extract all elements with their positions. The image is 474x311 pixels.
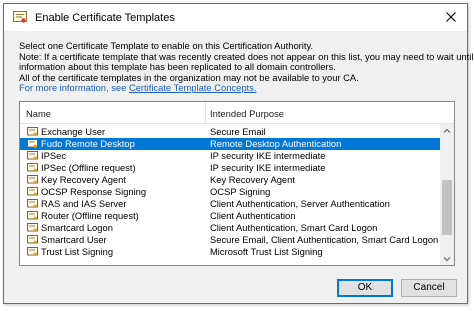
- certificate-template-concepts-link[interactable]: Certificate Template Concepts.: [129, 82, 257, 94]
- ok-button[interactable]: OK: [337, 279, 393, 297]
- list-item[interactable]: Smartcard Logon Client Authentication, Sm…: [20, 222, 441, 234]
- template-name: Exchange User: [41, 126, 106, 137]
- more-info-line: For more information, see Certificate Te…: [19, 83, 459, 94]
- vertical-scrollbar[interactable]: [440, 124, 454, 266]
- title-bar[interactable]: Enable Certificate Templates: [4, 4, 467, 31]
- enable-certificate-templates-dialog: Enable Certificate Templates Select one …: [3, 3, 473, 304]
- template-name: Trust List Signing: [41, 246, 114, 257]
- certificate-template-icon: [27, 247, 38, 256]
- list-item[interactable]: Exchange User Secure Email: [20, 126, 441, 138]
- certificate-template-icon: [27, 175, 38, 184]
- list-item[interactable]: Key Recovery Agent Key Recovery Agent: [20, 174, 441, 186]
- template-intended-purpose: OCSP Signing: [210, 186, 271, 197]
- template-name: Smartcard User: [41, 234, 107, 245]
- certificate-icon: [13, 11, 27, 23]
- certificate-template-icon: [27, 187, 38, 196]
- certificate-template-icon: [27, 211, 38, 220]
- template-intended-purpose: IP security IKE intermediate: [210, 150, 326, 161]
- list-item[interactable]: Smartcard User Secure Email, Client Authe…: [20, 234, 441, 246]
- column-header-name[interactable]: Name: [26, 108, 51, 119]
- certificate-template-icon: [27, 139, 38, 148]
- certificate-template-icon: [27, 163, 38, 172]
- certificate-templates-list[interactable]: Name Intended Purpose Exchange User Secur…: [19, 101, 455, 266]
- template-intended-purpose: Secure Email, Client Authentication, Sma…: [210, 234, 439, 245]
- template-name: Smartcard Logon: [41, 222, 113, 233]
- scroll-down-arrow-icon[interactable]: [440, 252, 454, 266]
- template-intended-purpose: Remote Desktop Authentication: [210, 138, 342, 149]
- template-intended-purpose: Key Recovery Agent: [210, 174, 295, 185]
- template-name: RAS and IAS Server: [41, 198, 127, 209]
- template-name: IPSec (Offline request): [41, 162, 136, 173]
- scrollbar-thumb[interactable]: [442, 180, 452, 235]
- list-item[interactable]: Trust List Signing Microsoft Trust List S…: [20, 246, 441, 258]
- template-intended-purpose: Microsoft Trust List Signing: [210, 246, 323, 257]
- certificate-template-icon: [27, 223, 38, 232]
- certificate-template-icon: [27, 199, 38, 208]
- list-rows: Exchange User Secure Email Fudo Remote Des…: [20, 126, 441, 258]
- list-item[interactable]: IPSec IP security IKE intermediate: [20, 150, 441, 162]
- more-info-prefix: For more information, see: [19, 82, 129, 94]
- list-item[interactable]: Fudo Remote Desktop Remote Desktop Authen…: [20, 138, 441, 150]
- template-name: Fudo Remote Desktop: [41, 138, 135, 149]
- template-name: Key Recovery Agent: [41, 174, 126, 185]
- list-header: Name Intended Purpose: [20, 102, 454, 124]
- description-line: Select one Certificate Template to enabl…: [19, 40, 314, 51]
- template-intended-purpose: Secure Email: [210, 126, 266, 137]
- column-divider[interactable]: [205, 102, 206, 124]
- certificate-template-icon: [27, 235, 38, 244]
- column-header-intended-purpose[interactable]: Intended Purpose: [210, 108, 284, 119]
- list-item[interactable]: OCSP Response Signing OCSP Signing: [20, 186, 441, 198]
- template-intended-purpose: Client Authentication: [210, 210, 296, 221]
- scroll-up-arrow-icon[interactable]: [440, 124, 454, 138]
- cancel-button[interactable]: Cancel: [401, 279, 457, 297]
- window-title: Enable Certificate Templates: [35, 12, 175, 24]
- close-icon[interactable]: [443, 9, 459, 25]
- template-name: OCSP Response Signing: [41, 186, 147, 197]
- template-intended-purpose: Client Authentication, Server Authentica…: [210, 198, 390, 209]
- template-intended-purpose: IP security IKE intermediate: [210, 162, 326, 173]
- list-item[interactable]: IPSec (Offline request) IP security IKE i…: [20, 162, 441, 174]
- template-name: Router (Offline request): [41, 210, 139, 221]
- certificate-template-icon: [27, 127, 38, 136]
- template-intended-purpose: Client Authentication, Smart Card Logon: [210, 222, 378, 233]
- template-name: IPSec: [41, 150, 67, 161]
- certificate-template-icon: [27, 151, 38, 160]
- list-item[interactable]: RAS and IAS Server Client Authentication,…: [20, 198, 441, 210]
- description-text: Select one Certificate Template to enabl…: [19, 40, 473, 94]
- list-item[interactable]: Router (Offline request) Client Authentic…: [20, 210, 441, 222]
